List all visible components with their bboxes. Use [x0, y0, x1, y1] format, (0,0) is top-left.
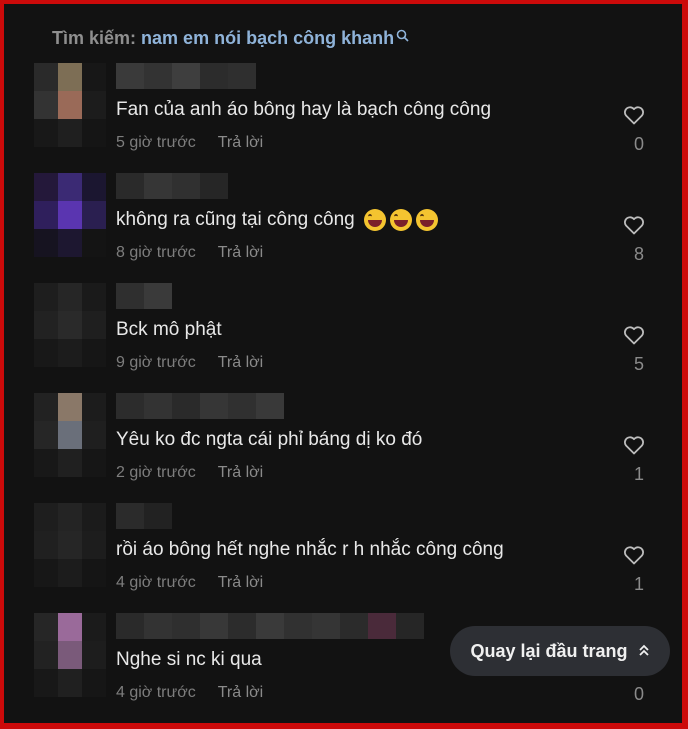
- comment-timestamp: 9 giờ trước: [116, 354, 196, 371]
- avatar[interactable]: [34, 613, 106, 697]
- comment-text-content: không ra cũng tại công công: [116, 209, 355, 231]
- comment-timestamp: 4 giờ trước: [116, 684, 196, 701]
- username[interactable]: [116, 283, 172, 309]
- search-query-link[interactable]: nam em nói bạch công khanh: [141, 28, 394, 48]
- comment-item: Fan của anh áo bông hay là bạch công côn…: [4, 63, 682, 173]
- avatar[interactable]: [34, 173, 106, 257]
- like-count: 8: [633, 244, 644, 264]
- comments-panel: Tìm kiếm: nam em nói bạch công khanh Fan…: [4, 4, 682, 723]
- comment-text: Yêu ko đc ngta cái phỉ báng dị ko đó: [116, 429, 423, 450]
- comment-item: không ra cũng tại công công 8 giờ trước T…: [4, 173, 682, 283]
- laughing-emoji-icon: [390, 209, 413, 231]
- comment-timestamp: 2 giờ trước: [116, 464, 196, 481]
- reply-button[interactable]: Trả lời: [218, 574, 263, 591]
- comment-item: Yêu ko đc ngta cái phỉ báng dị ko đó 2 g…: [4, 393, 682, 503]
- reply-button[interactable]: Trả lời: [218, 464, 263, 481]
- double-chevron-up-icon: [638, 641, 650, 662]
- search-suggestion[interactable]: Tìm kiếm: nam em nói bạch công khanh: [52, 28, 409, 49]
- like-heart-icon[interactable]: [622, 433, 646, 457]
- like-heart-icon[interactable]: [622, 213, 646, 237]
- comment-timestamp: 8 giờ trước: [116, 244, 196, 261]
- search-icon: [396, 26, 409, 47]
- comment-text: Bck mô phật: [116, 319, 222, 340]
- search-prefix: Tìm kiếm:: [52, 28, 137, 48]
- comment-text: rồi áo bông hết nghe nhắc r h nhắc công …: [116, 539, 504, 560]
- like-count: 0: [633, 134, 644, 154]
- username[interactable]: [116, 173, 228, 199]
- username[interactable]: [116, 503, 172, 529]
- comment-timestamp: 5 giờ trước: [116, 134, 196, 151]
- avatar[interactable]: [34, 63, 106, 147]
- like-heart-icon[interactable]: [622, 103, 646, 127]
- username[interactable]: [116, 393, 284, 419]
- reply-button[interactable]: Trả lời: [218, 684, 263, 701]
- reply-button[interactable]: Trả lời: [218, 134, 263, 151]
- username[interactable]: [116, 613, 424, 639]
- like-count: 1: [633, 464, 644, 484]
- reply-button[interactable]: Trả lời: [218, 244, 263, 261]
- avatar[interactable]: [34, 503, 106, 587]
- laughing-emoji-icon: [416, 209, 439, 231]
- like-heart-icon[interactable]: [622, 323, 646, 347]
- comment-text: không ra cũng tại công công: [116, 209, 439, 231]
- avatar[interactable]: [34, 393, 106, 477]
- like-count: 0: [633, 684, 644, 704]
- like-count: 1: [633, 574, 644, 594]
- reply-button[interactable]: Trả lời: [218, 354, 263, 371]
- avatar[interactable]: [34, 283, 106, 367]
- comment-timestamp: 4 giờ trước: [116, 574, 196, 591]
- laughing-emoji-icon: [364, 209, 387, 231]
- like-count: 5: [633, 354, 644, 374]
- back-to-top-label: Quay lại đầu trang: [470, 640, 628, 661]
- comment-item: Bck mô phật 9 giờ trước Trả lời 5: [4, 283, 682, 393]
- username[interactable]: [116, 63, 256, 89]
- comment-text: Nghe si nc ki qua: [116, 649, 262, 670]
- comment-item: rồi áo bông hết nghe nhắc r h nhắc công …: [4, 503, 682, 613]
- like-heart-icon[interactable]: [622, 543, 646, 567]
- back-to-top-button[interactable]: Quay lại đầu trang: [450, 626, 670, 676]
- comment-text: Fan của anh áo bông hay là bạch công côn…: [116, 99, 492, 120]
